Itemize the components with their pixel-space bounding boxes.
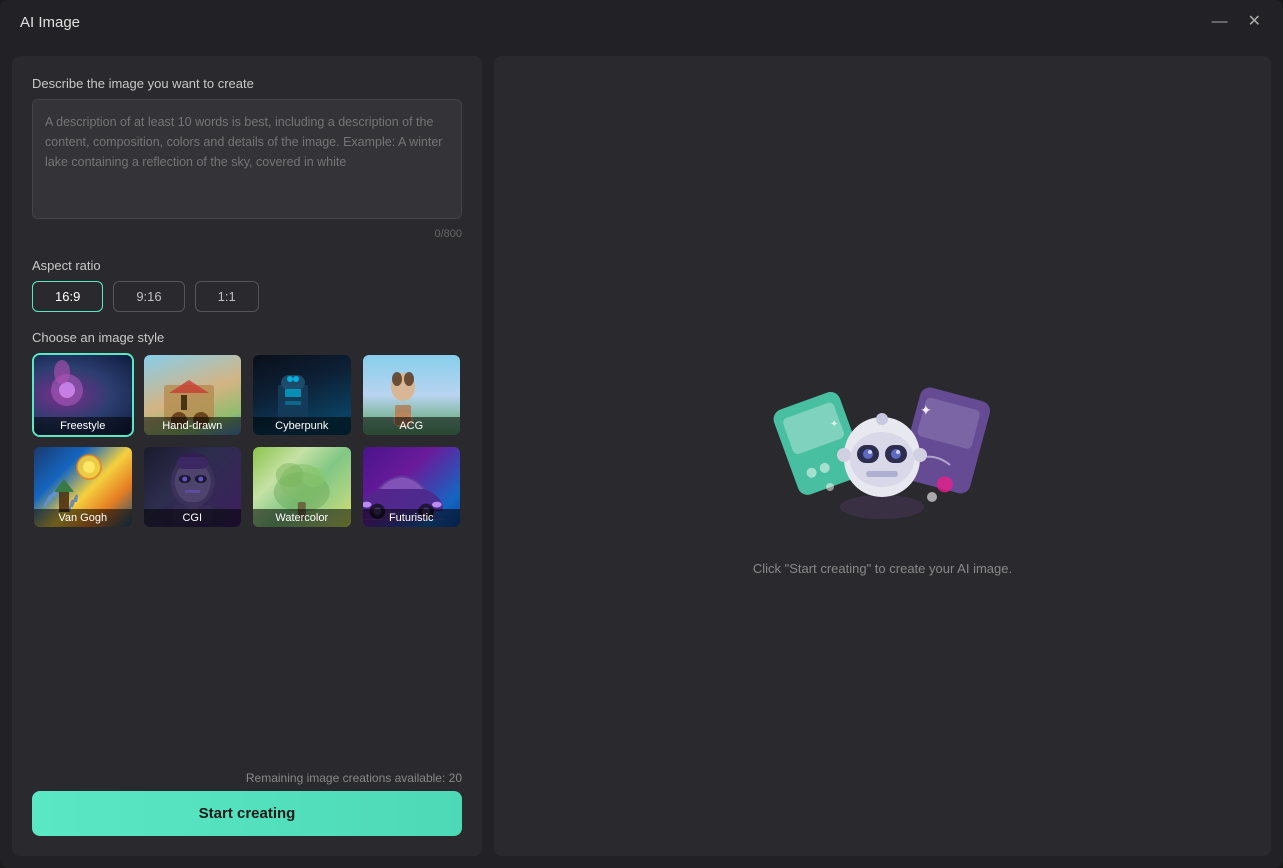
style-label-cyberpunk: Cyberpunk <box>253 417 351 435</box>
right-panel: ✦ ✦ Click "Start creating" to create you… <box>494 56 1271 856</box>
style-item-watercolor[interactable]: Watercolor <box>251 445 353 529</box>
description-textarea[interactable] <box>32 99 462 219</box>
description-section: Describe the image you want to create 0/… <box>32 76 462 240</box>
style-label-futuristic: Futuristic <box>363 509 461 527</box>
style-label: Choose an image style <box>32 330 462 345</box>
main-content: Describe the image you want to create 0/… <box>0 44 1283 868</box>
style-grid: Freestyle Han <box>32 353 462 529</box>
title-bar: AI Image — ✕ <box>0 0 1283 44</box>
style-label-watercolor: Watercolor <box>253 509 351 527</box>
style-section: Choose an image style Freestyle <box>32 330 462 529</box>
svg-text:✦: ✦ <box>920 402 932 418</box>
svg-text:✦: ✦ <box>830 419 838 430</box>
aspect-btn-9-16[interactable]: 9:16 <box>113 281 184 312</box>
start-creating-button[interactable]: Start creating <box>32 791 462 836</box>
aspect-btn-1-1[interactable]: 1:1 <box>195 281 259 312</box>
style-label-cgi: CGI <box>144 509 242 527</box>
bottom-bar: Remaining image creations available: 20 … <box>32 761 462 836</box>
close-button[interactable]: ✕ <box>1246 12 1263 32</box>
style-item-freestyle[interactable]: Freestyle <box>32 353 134 437</box>
aspect-ratio-group: 16:9 9:16 1:1 <box>32 281 462 312</box>
style-item-cyberpunk[interactable]: Cyberpunk <box>251 353 353 437</box>
minimize-button[interactable]: — <box>1210 12 1230 32</box>
aspect-btn-16-9[interactable]: 16:9 <box>32 281 103 312</box>
robot-image: ✦ ✦ <box>762 337 1002 537</box>
app-window: AI Image — ✕ Describe the image you want… <box>0 0 1283 868</box>
aspect-ratio-label: Aspect ratio <box>32 258 462 273</box>
style-label-freestyle: Freestyle <box>34 417 132 435</box>
window-title: AI Image <box>20 14 80 31</box>
char-count: 0/800 <box>32 228 462 240</box>
style-item-van-gogh[interactable]: Van Gogh <box>32 445 134 529</box>
style-item-cgi[interactable]: CGI <box>142 445 244 529</box>
remaining-text: Remaining image creations available: 20 <box>32 771 462 785</box>
style-item-hand-drawn[interactable]: Hand-drawn <box>142 353 244 437</box>
style-label-acg: ACG <box>363 417 461 435</box>
style-label-van-gogh: Van Gogh <box>34 509 132 527</box>
describe-label: Describe the image you want to create <box>32 76 462 91</box>
left-panel: Describe the image you want to create 0/… <box>12 56 482 856</box>
robot-illustration: ✦ ✦ Click "Start creating" to create you… <box>753 337 1012 576</box>
style-item-futuristic[interactable]: Futuristic <box>361 445 463 529</box>
style-item-acg[interactable]: ACG <box>361 353 463 437</box>
aspect-ratio-section: Aspect ratio 16:9 9:16 1:1 <box>32 258 462 312</box>
hint-text: Click "Start creating" to create your AI… <box>753 561 1012 576</box>
style-label-hand-drawn: Hand-drawn <box>144 417 242 435</box>
window-controls: — ✕ <box>1210 12 1263 32</box>
